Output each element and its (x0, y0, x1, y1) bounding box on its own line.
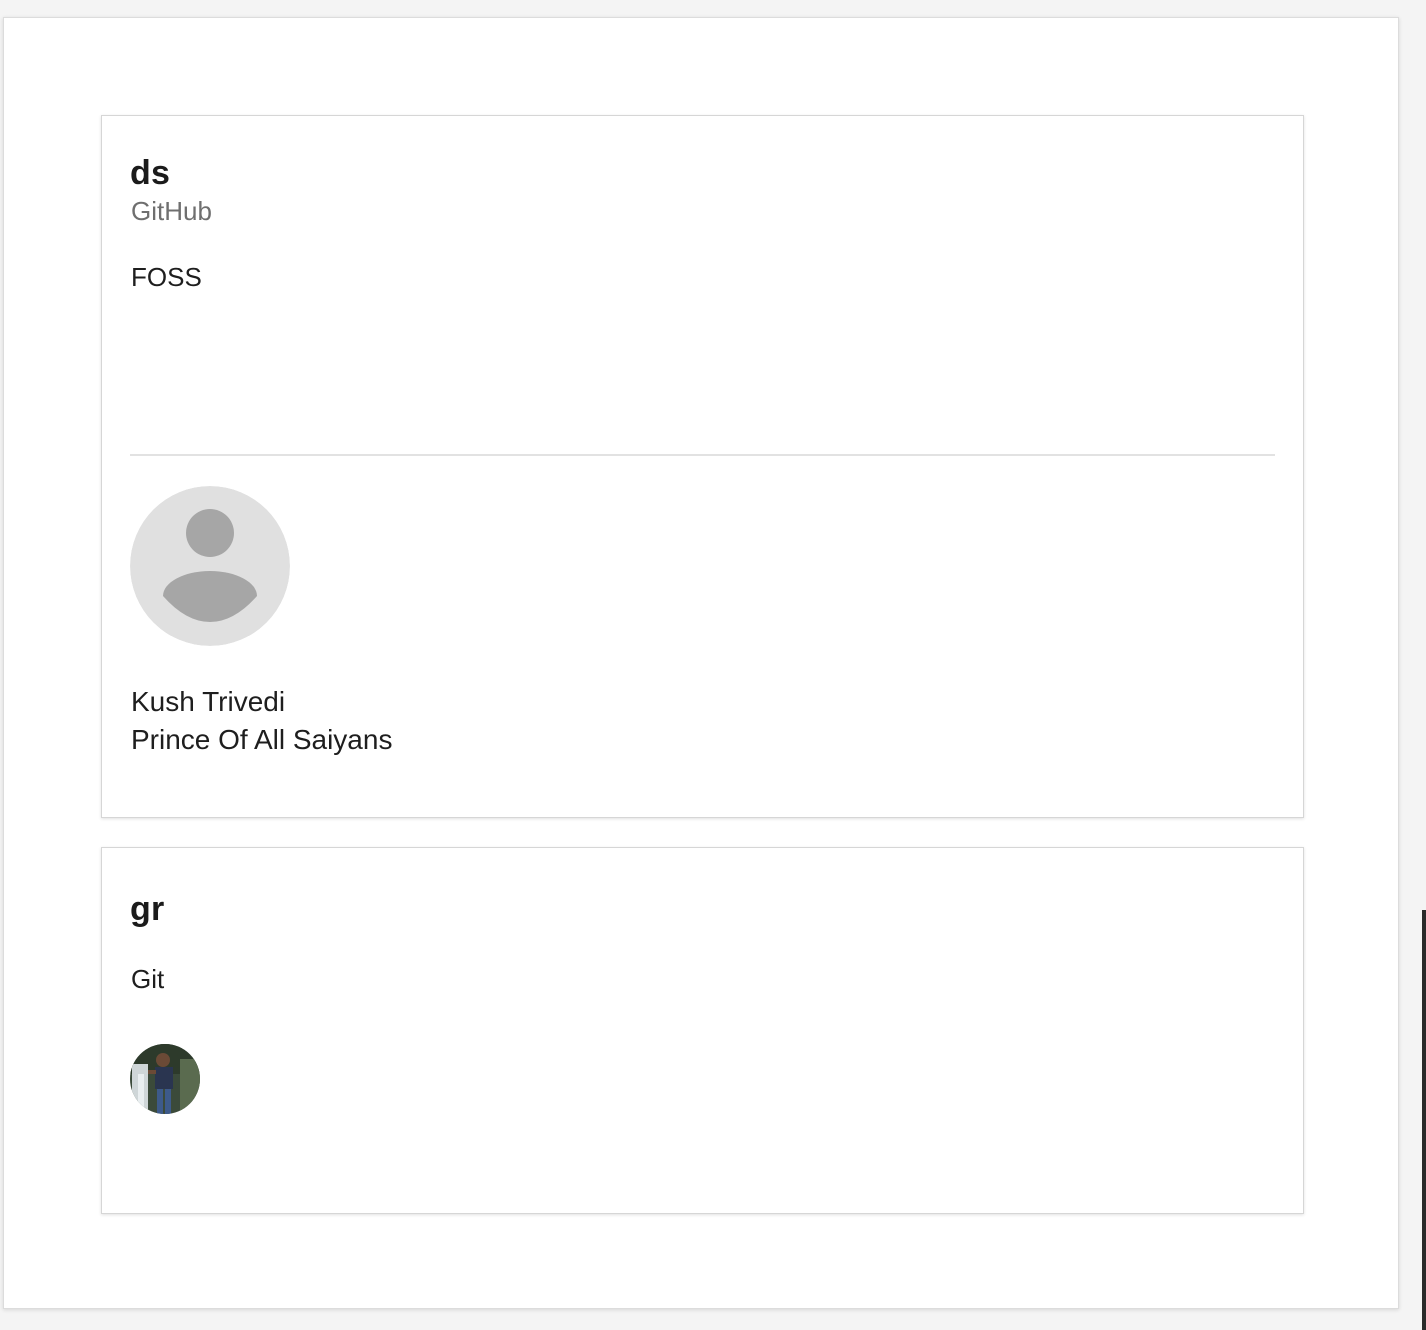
card-description: Git (131, 964, 165, 994)
member-name: Kush Trivedi (131, 686, 286, 717)
user-photo-avatar[interactable] (130, 1044, 200, 1114)
group-card[interactable]: gr Git (101, 847, 1304, 1214)
member-role: Prince Of All Saiyans (131, 724, 393, 755)
content-panel: ds GitHub FOSS Kush Trivedi Prince Of Al… (3, 17, 1399, 1309)
card-description: FOSS (131, 262, 202, 292)
card-title: gr (130, 890, 165, 928)
group-card[interactable]: ds GitHub FOSS Kush Trivedi Prince Of Al… (101, 115, 1304, 818)
window-edge (1422, 910, 1426, 1330)
card-subtitle: GitHub (131, 196, 212, 226)
default-person-icon[interactable] (130, 486, 290, 646)
card-divider (130, 454, 1275, 456)
card-title: ds (130, 154, 171, 192)
